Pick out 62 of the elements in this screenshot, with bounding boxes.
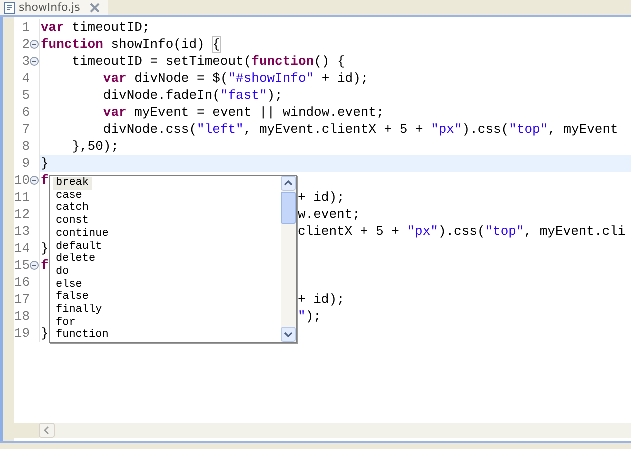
line-number: 9 (21, 156, 30, 171)
completion-item[interactable]: finally (53, 304, 106, 317)
completion-item[interactable]: function (53, 329, 112, 342)
completion-item[interactable]: break (53, 177, 92, 190)
completion-item[interactable]: continue (53, 228, 112, 241)
line-number: 1 (21, 20, 30, 35)
code-line: f (41, 258, 49, 273)
collapse-icon[interactable] (30, 261, 39, 270)
code-line: f (41, 173, 49, 188)
line-number: 17 (14, 292, 30, 307)
line-number: 19 (14, 326, 30, 341)
line-number: 4 (21, 71, 30, 86)
line-number: 15 (14, 258, 30, 273)
completion-item[interactable]: case (53, 190, 86, 202)
collapse-icon[interactable] (30, 176, 39, 185)
script-file-icon (4, 2, 15, 14)
editor-tab[interactable]: showInfo.js (0, 0, 108, 15)
code-line: divNode.css("left", myEvent.clientX + 5 + "px").css("top", myEvent (102, 122, 618, 137)
line-number: 7 (21, 122, 30, 137)
code-line: timeoutID = setTimeout(function() { (71, 54, 346, 69)
code-line: + id); (298, 190, 345, 205)
code-line: } (41, 326, 49, 341)
code-line: var timeoutID; (41, 20, 150, 35)
completion-item[interactable]: do (53, 266, 72, 279)
collapse-icon[interactable] (30, 57, 39, 66)
line-number: 6 (21, 105, 30, 120)
line-number: 2 (21, 37, 30, 52)
close-icon[interactable] (90, 2, 100, 12)
code-line: } (41, 156, 49, 171)
code-line: },50); (71, 139, 120, 154)
line-number: 14 (14, 241, 30, 256)
line-number: 18 (14, 309, 30, 324)
completion-item[interactable]: default (53, 240, 106, 254)
completion-item[interactable]: delete (53, 253, 99, 266)
completion-item[interactable]: catch (53, 202, 92, 216)
completion-item[interactable]: for (53, 316, 79, 330)
line-number: 10 (14, 173, 30, 188)
line-number: 11 (14, 190, 30, 205)
tab-title: showInfo.js (19, 1, 80, 14)
line-number: 12 (14, 207, 30, 222)
line-number: 13 (14, 224, 30, 239)
code-line: } (41, 241, 49, 256)
scrollbar-corner (14, 423, 39, 438)
completion-item[interactable]: else (53, 278, 86, 292)
code-line: function showInfo(id) { (41, 37, 220, 52)
scroll-down-icon[interactable] (281, 327, 296, 342)
code-line: w.event; (298, 207, 360, 222)
scroll-thumb[interactable] (281, 192, 296, 224)
code-line: clientX + 5 + "px").css("top", myEvent.cli (298, 224, 626, 239)
line-number: 16 (14, 275, 30, 290)
code-line: var divNode = $("#showInfo" + id); (102, 71, 369, 86)
scroll-up-icon[interactable] (281, 176, 296, 191)
code-line: divNode.fadeIn("fast"); (102, 88, 283, 103)
completion-item[interactable]: const (53, 215, 92, 228)
line-number: 8 (21, 139, 30, 154)
code-line: var myEvent = event || window.event; (102, 105, 384, 120)
collapse-icon[interactable] (30, 40, 39, 49)
code-line: "); (298, 309, 322, 324)
completion-item[interactable]: false (53, 291, 92, 304)
code-line: + id); (298, 292, 345, 307)
line-number: 5 (21, 88, 30, 103)
line-number: 3 (21, 54, 30, 69)
